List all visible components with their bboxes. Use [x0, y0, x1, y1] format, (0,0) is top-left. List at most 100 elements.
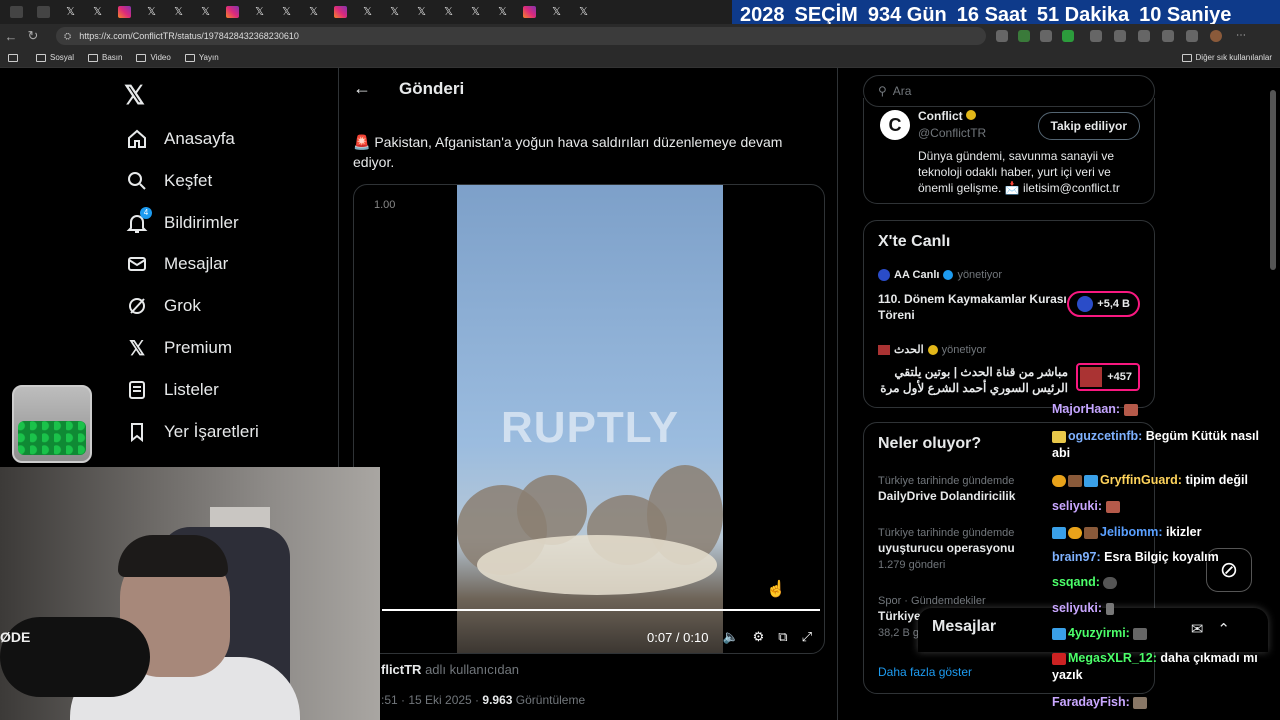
tab-favicon-x[interactable]: 𝕏 — [388, 6, 401, 18]
chat-user: seliyuki: — [1052, 601, 1103, 615]
bookmarks-grid-icon[interactable] — [8, 53, 22, 62]
nav-item-lists[interactable]: Listeler — [124, 373, 219, 407]
author-handle[interactable]: flictTR — [381, 662, 421, 677]
bookmark-folder[interactable]: Sosyal — [36, 53, 74, 62]
bell-icon: 4 — [124, 207, 152, 236]
tab-favicon-x[interactable]: 𝕏 — [550, 6, 563, 18]
tab-favicon-instagram[interactable] — [118, 6, 131, 18]
avatar[interactable]: C — [880, 110, 910, 140]
emote-icon — [1105, 500, 1120, 513]
back-arrow-icon[interactable]: ← — [353, 78, 371, 99]
post-time[interactable]: :51 · 15 Eki 2025 · — [381, 693, 482, 707]
tab-favicon-x[interactable]: 𝕏 — [253, 6, 266, 18]
x-logo-icon[interactable]: 𝕏 — [124, 80, 145, 111]
trend-name[interactable]: uyuşturucu operasyonu — [878, 541, 1015, 555]
profile-bio: Dünya gündemi, savunma sanayii ve teknol… — [918, 149, 1120, 195]
extension-icon[interactable] — [1062, 30, 1074, 42]
profile-handle[interactable]: @ConflictTR — [918, 126, 986, 140]
tab-favicon-instagram[interactable] — [226, 6, 239, 18]
folder-icon — [1181, 53, 1192, 62]
bookmark-folder[interactable]: Basın — [88, 53, 122, 62]
extension-icon[interactable] — [1090, 30, 1102, 42]
show-more-link[interactable]: Daha fazla göster — [878, 665, 972, 679]
author-suffix: adlı kullanıcıdan — [425, 662, 520, 677]
live-title: X'te Canlı — [878, 233, 951, 250]
tab-favicon-x[interactable]: 𝕏 — [280, 6, 293, 18]
chat-message: MajorHaan: — [1052, 401, 1280, 418]
following-button[interactable]: Takip ediliyor — [1037, 112, 1140, 140]
live-source[interactable]: الحدث yönetiyor — [878, 343, 986, 356]
emote-icon — [1105, 602, 1114, 615]
reload-icon[interactable]: ↻ — [22, 28, 44, 44]
trend-name[interactable]: DailyDrive Dolandiricilik — [878, 489, 1015, 503]
back-arrow-icon[interactable]: ← — [0, 29, 22, 44]
url-text: https://x.com/ConflictTR/status/19784284… — [79, 31, 299, 41]
video-controls: 0:07 / 0:10 🔈 ⚙ ⧉ ⤢ — [647, 629, 812, 645]
live-source[interactable]: AA Canlı yönetiyor — [878, 269, 1002, 281]
profile-name[interactable]: Conflict — [918, 109, 977, 123]
address-bar[interactable]: ⛭ https://x.com/ConflictTR/status/197842… — [56, 27, 986, 45]
bookmark-folder[interactable]: Yayın — [184, 53, 219, 62]
video-player[interactable]: 1.00 RUPTLY 0:07 / 0:10 🔈 ⚙ ⧉ ⤢ — [353, 184, 825, 654]
live-listeners-pill[interactable]: +457 — [1076, 363, 1140, 391]
extension-icon[interactable] — [1018, 30, 1030, 42]
tab-favicon-x[interactable]: 𝕏 — [442, 6, 455, 18]
tab-favicon-x[interactable]: 𝕏 — [496, 6, 509, 18]
nav-item-grok[interactable]: Grok — [124, 289, 201, 323]
profile-avatar-icon[interactable] — [1210, 30, 1222, 42]
live-item-title[interactable]: 110. Dönem Kaymakamlar Kurası Töreni — [878, 291, 1068, 323]
tab-favicon-x[interactable]: 𝕏 — [91, 6, 104, 18]
extension-icon[interactable] — [1186, 30, 1198, 42]
emote-icon — [1052, 430, 1066, 443]
video-frame[interactable]: RUPTLY — [457, 185, 723, 653]
tab-favicon[interactable] — [10, 6, 23, 18]
tab-favicon-x[interactable]: 𝕏 — [469, 6, 482, 18]
screen: 𝕏 𝕏 𝕏 𝕏 𝕏 𝕏 𝕏 𝕏 𝕏 𝕏 𝕏 𝕏 𝕏 𝕏 𝕏 𝕏 2028 SEÇ… — [0, 0, 1280, 720]
extension-icon[interactable] — [1138, 30, 1150, 42]
nav-item-premium[interactable]: 𝕏 Premium — [124, 331, 232, 365]
bookmark-folder[interactable]: Video — [136, 53, 171, 62]
extension-icon[interactable] — [1114, 30, 1126, 42]
x-logo-icon: 𝕏 — [128, 337, 146, 360]
live-listeners-pill[interactable]: +5,4 B — [1067, 291, 1140, 317]
tab-favicon-x[interactable]: 𝕏 — [64, 6, 77, 18]
extension-icon[interactable] — [1040, 30, 1052, 42]
tab-favicon-x[interactable]: 𝕏 — [172, 6, 185, 18]
tab-favicon[interactable] — [37, 6, 50, 18]
chat-message: 4yuzyirmi: — [1052, 625, 1280, 642]
tab-favicon-x[interactable]: 𝕏 — [577, 6, 590, 18]
pip-icon[interactable]: ⧉ — [778, 629, 787, 645]
emote-icon — [1103, 576, 1118, 589]
tab-favicon-x[interactable]: 𝕏 — [361, 6, 374, 18]
volume-icon[interactable]: 🔈 — [722, 629, 738, 645]
scrollbar[interactable] — [1270, 90, 1276, 270]
emote-icon — [1084, 526, 1098, 539]
video-progress-bar[interactable] — [382, 609, 820, 611]
live-avatar-icon — [878, 269, 890, 281]
menu-dots-icon[interactable]: ⋯ — [1236, 30, 1248, 42]
nav-item-notifications[interactable]: 4 Bildirimler — [124, 206, 239, 240]
settings-gear-icon[interactable]: ⚙ — [753, 629, 765, 645]
playback-speed[interactable]: 1.00 — [374, 199, 395, 211]
fullscreen-icon[interactable]: ⤢ — [802, 629, 812, 645]
tab-favicon-x[interactable]: 𝕏 — [307, 6, 320, 18]
site-info-icon[interactable]: ⛭ — [64, 31, 71, 42]
nav-label: Listeler — [164, 380, 219, 399]
chat-message: FaradayFish: — [1052, 694, 1280, 711]
extension-icon[interactable] — [1162, 30, 1174, 42]
tab-favicon-instagram[interactable] — [334, 6, 347, 18]
emote-icon — [1052, 526, 1066, 539]
nav-item-bookmarks[interactable]: Yer İşaretleri — [124, 415, 259, 449]
tab-favicon-instagram[interactable] — [523, 6, 536, 18]
nav-item-explore[interactable]: Keşfet — [124, 164, 212, 198]
live-item-title[interactable]: مباشر من قناة الحدث | بوتين يلتقي الرئيس… — [878, 364, 1068, 412]
extension-icon[interactable] — [996, 30, 1008, 42]
verified-badge-icon — [943, 270, 954, 280]
chat-message: seliyuki: — [1052, 600, 1280, 617]
tab-favicon-x[interactable]: 𝕏 — [199, 6, 212, 18]
nav-item-home[interactable]: Anasayfa — [124, 122, 235, 156]
tab-favicon-x[interactable]: 𝕏 — [415, 6, 428, 18]
nav-item-messages[interactable]: Mesajlar — [124, 247, 228, 281]
tab-favicon-x[interactable]: 𝕏 — [145, 6, 158, 18]
other-bookmarks[interactable]: Diğer sık kullanılanlar — [1181, 53, 1272, 62]
